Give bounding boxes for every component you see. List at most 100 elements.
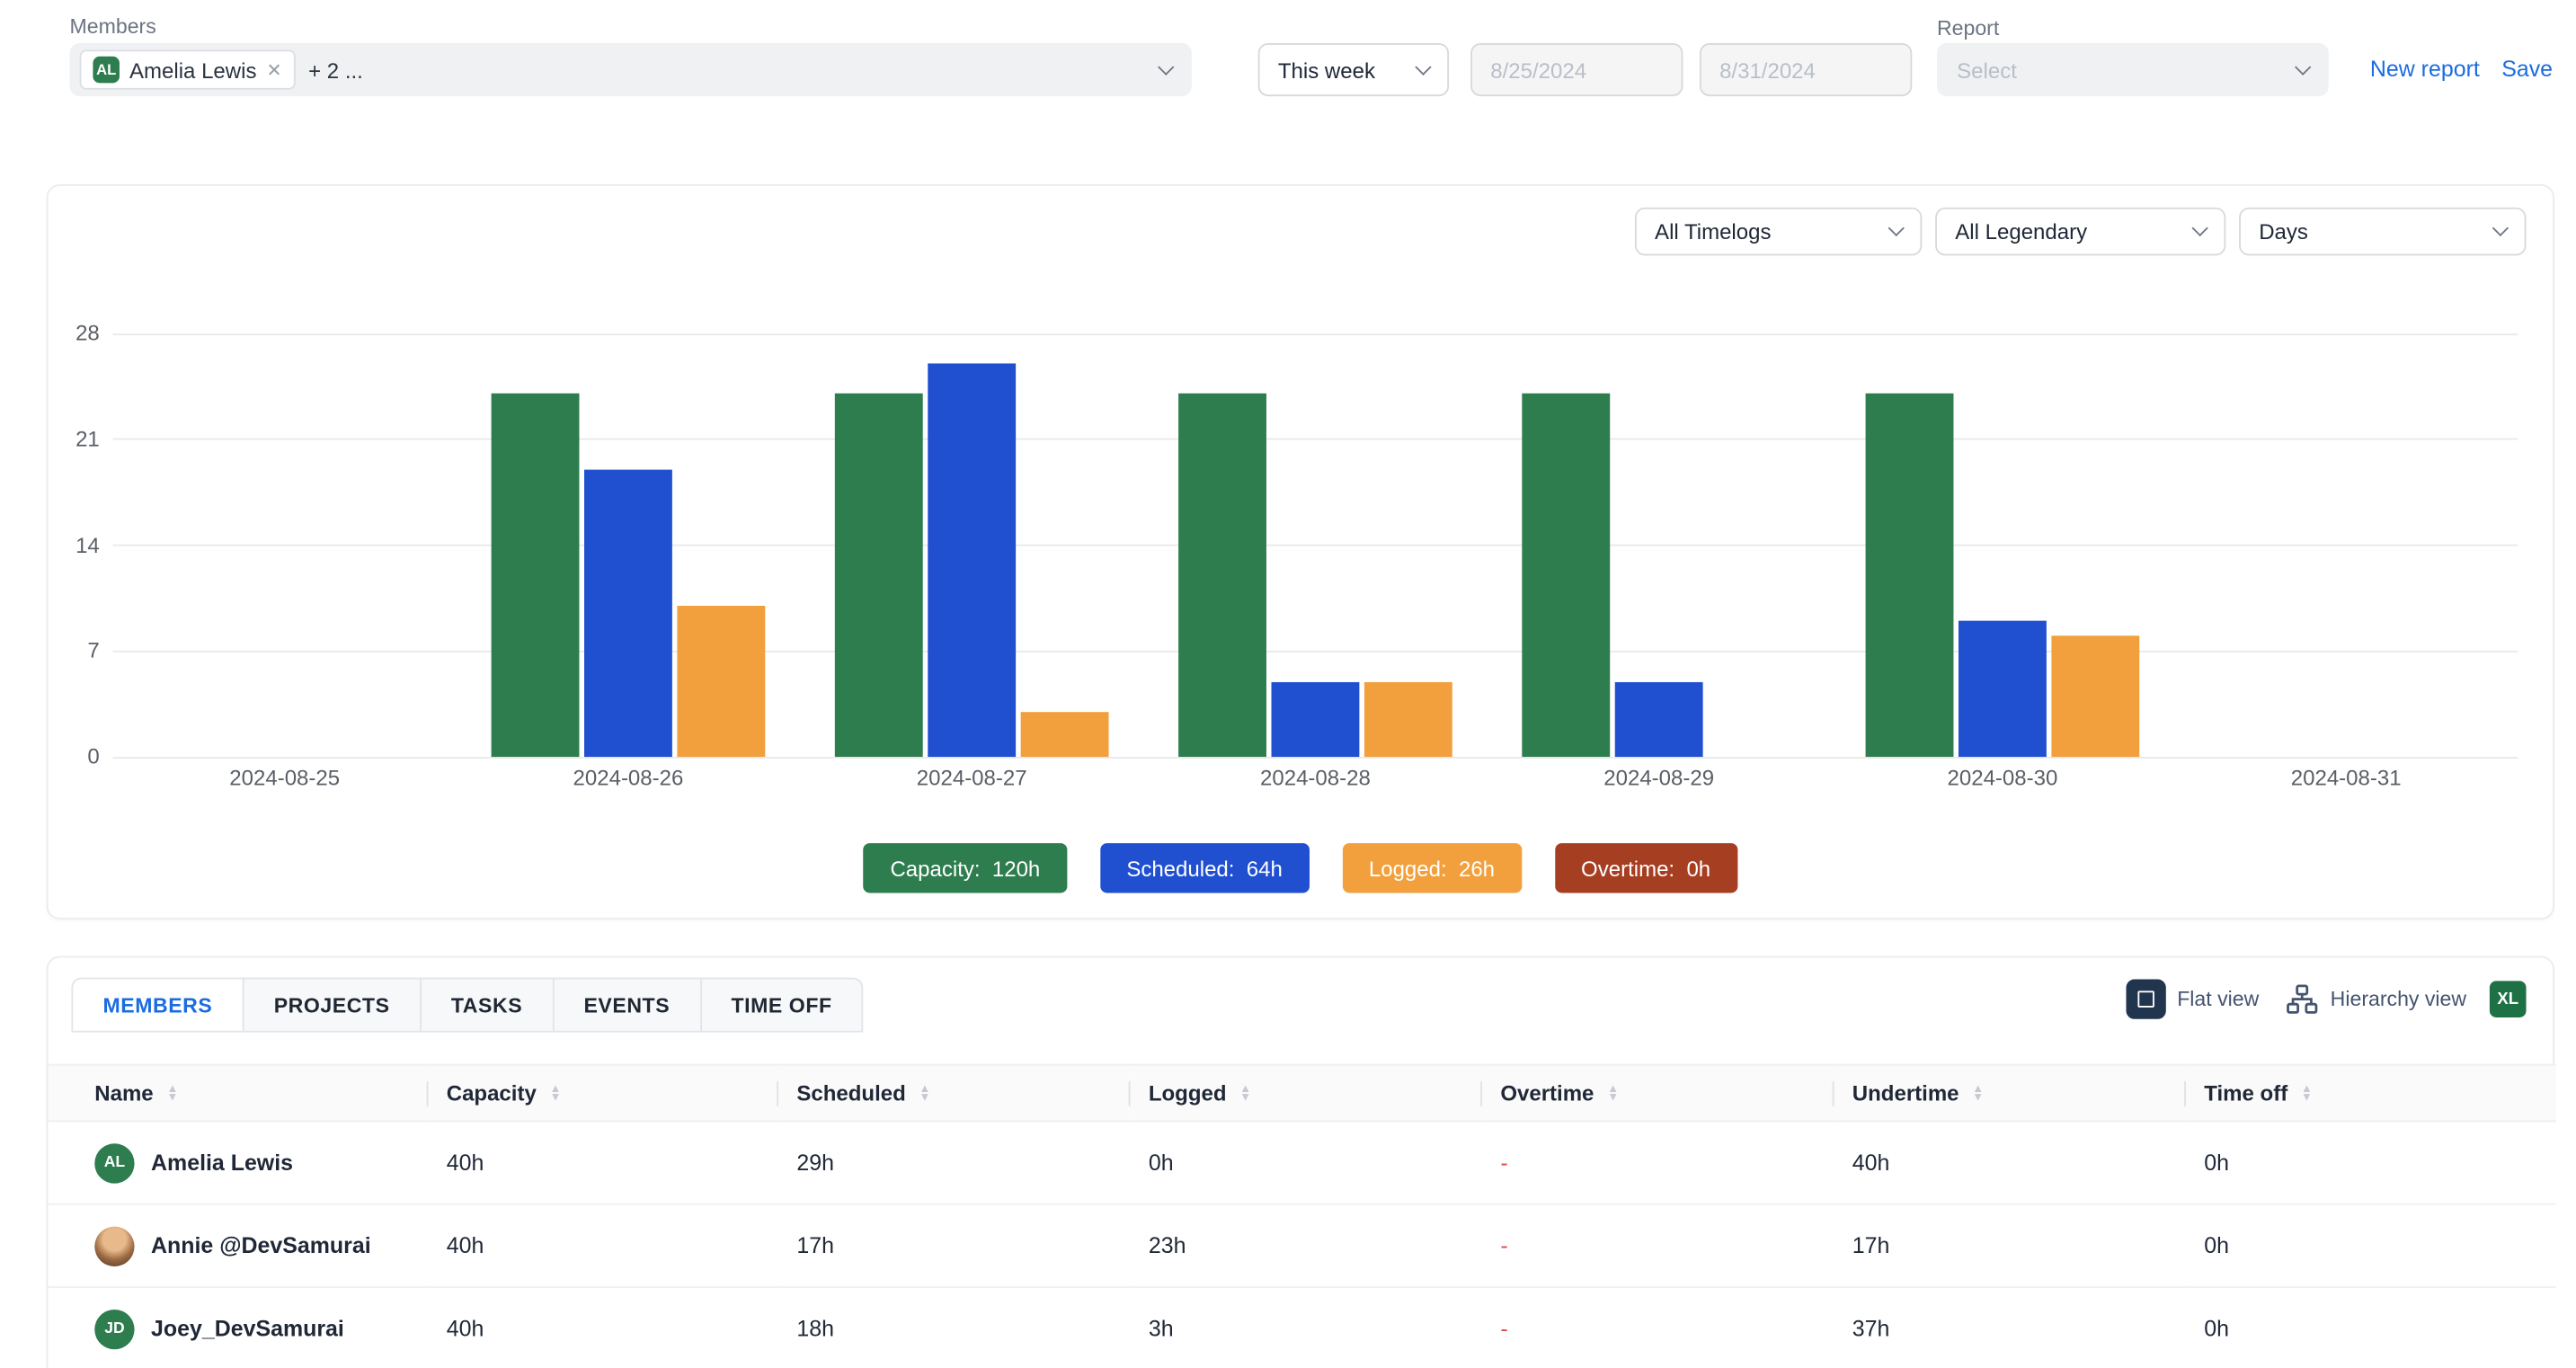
cell-capacity: 40h (427, 1204, 777, 1287)
cell-time-off: 0h (2184, 1287, 2556, 1368)
timelogs-filter-value: All Timelogs (1655, 219, 1771, 244)
cell-undertime: 17h (1833, 1204, 2184, 1287)
column-label: Capacity (447, 1080, 537, 1106)
app-root: Members AL Amelia Lewis ✕ + 2 ... This w… (0, 0, 2576, 1368)
bar-scheduled-2024-08-28[interactable] (1271, 681, 1359, 757)
x-axis-label: 2024-08-25 (113, 765, 457, 790)
date-from-input[interactable]: 8/25/2024 (1470, 43, 1683, 96)
column-label: Name (94, 1080, 153, 1106)
bar-capacity-2024-08-29[interactable] (1522, 394, 1610, 757)
members-table-head: Name▲▼Capacity▲▼Scheduled▲▼Logged▲▼Overt… (49, 1065, 2556, 1122)
bar-logged-2024-08-28[interactable] (1364, 681, 1452, 757)
members-select[interactable]: AL Amelia Lewis ✕ + 2 ... (70, 43, 1192, 96)
cell-time-off: 0h (2184, 1204, 2556, 1287)
flat-view-icon[interactable] (2126, 979, 2165, 1018)
hierarchy-view-label: Hierarchy view (2331, 988, 2466, 1011)
column-header-logged[interactable]: Logged▲▼ (1129, 1065, 1480, 1122)
bar-capacity-2024-08-30[interactable] (1866, 394, 1954, 757)
x-axis-label: 2024-08-31 (2174, 765, 2518, 790)
flat-view-label: Flat view (2177, 988, 2259, 1011)
cell-capacity: 40h (427, 1287, 777, 1368)
member-chip[interactable]: AL Amelia Lewis ✕ (80, 49, 296, 89)
chevron-down-icon (1888, 220, 1905, 236)
remove-member-icon[interactable]: ✕ (267, 59, 282, 81)
report-label: Report (1937, 16, 1999, 40)
cell-time-off: 0h (2184, 1121, 2556, 1204)
tab-timeoff[interactable]: TIME OFF (699, 978, 863, 1033)
bar-scheduled-2024-08-27[interactable] (928, 364, 1016, 757)
column-header-undertime[interactable]: Undertime▲▼ (1833, 1065, 2184, 1122)
new-report-button[interactable]: New report (2370, 57, 2480, 82)
flat-view-icon-inner (2137, 990, 2154, 1007)
tab-events[interactable]: EVENTS (552, 978, 701, 1033)
column-header-time-off[interactable]: Time off▲▼ (2184, 1065, 2556, 1122)
report-select[interactable]: Select (1937, 43, 2329, 96)
member-name: Amelia Lewis (151, 1150, 293, 1176)
x-axis-label: 2024-08-26 (457, 765, 800, 790)
cell-logged: 3h (1129, 1287, 1480, 1368)
sort-icon[interactable]: ▲▼ (1607, 1085, 1619, 1101)
cell-overtime: - (1480, 1204, 1832, 1287)
table-row[interactable]: ALAmelia Lewis40h29h0h-40h0h (49, 1121, 2556, 1204)
column-header-name[interactable]: Name ▲▼ (49, 1065, 427, 1122)
sort-icon[interactable]: ▲▼ (166, 1085, 178, 1101)
report-placeholder: Select (1957, 58, 2017, 83)
bar-scheduled-2024-08-29[interactable] (1615, 681, 1703, 757)
cell-overtime: - (1480, 1287, 1832, 1368)
granularity-select[interactable]: Days (2239, 208, 2526, 256)
tab-members[interactable]: MEMBERS (71, 978, 244, 1033)
bar-scheduled-2024-08-26[interactable] (584, 470, 672, 757)
tab-projects[interactable]: PROJECTS (243, 978, 422, 1033)
sort-icon[interactable]: ▲▼ (550, 1085, 562, 1101)
legend-scheduled-button[interactable]: Scheduled: 64h (1100, 843, 1310, 893)
legend-filter-select[interactable]: All Legendary (1935, 208, 2225, 256)
bar-logged-2024-08-26[interactable] (677, 606, 765, 757)
avatar-photo (94, 1226, 134, 1266)
chart-legend: Capacity: 120h Scheduled: 64h Logged: 26h O… (49, 843, 2554, 893)
date-to-input[interactable]: 8/31/2024 (1700, 43, 1912, 96)
table-row[interactable]: JDJoey_DevSamurai40h18h3h-37h0h (49, 1287, 2556, 1368)
date-from-value: 8/25/2024 (1490, 58, 1586, 83)
chart-card: All Timelogs All Legendary Days 07142128… (47, 184, 2554, 919)
table-row[interactable]: Annie @DevSamurai40h17h23h-17h0h (49, 1204, 2556, 1287)
tab-tasks[interactable]: TASKS (420, 978, 554, 1033)
members-label: Members (70, 15, 156, 39)
legend-logged-button[interactable]: Logged: 26h (1342, 843, 1521, 893)
bar-capacity-2024-08-28[interactable] (1178, 394, 1266, 757)
legend-capacity-button[interactable]: Capacity: 120h (864, 843, 1067, 893)
bar-logged-2024-08-30[interactable] (2051, 635, 2139, 757)
column-label: Scheduled (796, 1080, 905, 1106)
member-name: Annie @DevSamurai (151, 1233, 371, 1258)
cell-scheduled: 29h (777, 1121, 1128, 1204)
sort-icon[interactable]: ▲▼ (1972, 1085, 1984, 1101)
sort-icon[interactable]: ▲▼ (919, 1085, 931, 1101)
bar-capacity-2024-08-26[interactable] (492, 394, 580, 757)
bar-scheduled-2024-08-30[interactable] (1959, 621, 2047, 757)
gridline (113, 545, 2518, 546)
chart-filters: All Timelogs All Legendary Days (1635, 208, 2527, 256)
cell-undertime: 40h (1833, 1121, 2184, 1204)
x-axis-label: 2024-08-29 (1488, 765, 1831, 790)
column-header-overtime[interactable]: Overtime ▲▼ (1480, 1065, 1832, 1122)
sort-icon[interactable]: ▲▼ (2301, 1085, 2313, 1101)
period-value: This week (1278, 58, 1375, 83)
granularity-value: Days (2259, 219, 2308, 244)
legend-filter-value: All Legendary (1955, 219, 2087, 244)
save-button[interactable]: Save (2501, 57, 2553, 82)
column-label: Overtime (1500, 1080, 1594, 1106)
sort-icon[interactable]: ▲▼ (1239, 1085, 1251, 1101)
column-header-scheduled[interactable]: Scheduled ▲▼ (777, 1065, 1128, 1122)
hierarchy-view-icon[interactable] (2286, 982, 2319, 1016)
chevron-down-icon (1158, 58, 1174, 75)
column-header-capacity[interactable]: Capacity ▲▼ (427, 1065, 777, 1122)
chevron-down-icon (2492, 220, 2509, 236)
timelogs-filter-select[interactable]: All Timelogs (1635, 208, 1922, 256)
chevron-down-icon (2192, 220, 2208, 236)
bar-logged-2024-08-27[interactable] (1021, 712, 1109, 757)
period-select[interactable]: This week (1258, 43, 1449, 96)
excel-export-icon[interactable]: XL (2490, 981, 2527, 1017)
more-members-label: + 2 ... (308, 58, 363, 83)
legend-overtime-button[interactable]: Overtime: 0h (1555, 843, 1737, 893)
bar-capacity-2024-08-27[interactable] (835, 394, 923, 757)
chevron-down-icon (2295, 58, 2311, 75)
